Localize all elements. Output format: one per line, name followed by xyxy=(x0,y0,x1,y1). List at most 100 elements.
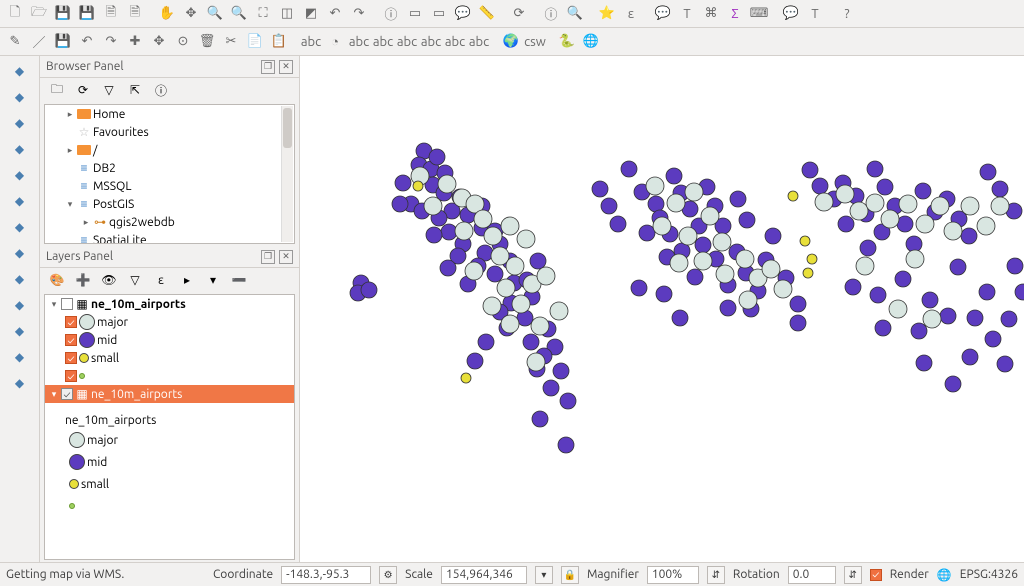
db-pg-tool[interactable]: ◆ xyxy=(9,242,31,264)
measure-button[interactable]: 📏 xyxy=(476,3,498,25)
wms-add-button[interactable]: 🌐 xyxy=(580,31,602,53)
scrollbar-thumb[interactable] xyxy=(283,108,292,148)
pencil-blue-tool[interactable]: ◆ xyxy=(9,138,31,160)
globe-wms-tool[interactable]: ◆ xyxy=(9,216,31,238)
new-layout-button[interactable]: 🗎 xyxy=(100,3,122,25)
legend-item[interactable]: mid xyxy=(45,451,294,473)
browser-item[interactable]: ≡SpatiaLite xyxy=(45,231,294,244)
legend-item[interactable] xyxy=(45,495,294,517)
text-annotation-button[interactable]: T xyxy=(676,3,698,25)
info-feature-button[interactable]: ⓘ xyxy=(540,3,562,25)
text-tool-button[interactable]: T xyxy=(804,3,826,25)
expand-all-icon[interactable]: ▸ xyxy=(176,269,198,291)
save-as-button[interactable]: 💾 xyxy=(76,3,98,25)
map-canvas[interactable]: ↖ xyxy=(300,56,1024,562)
annotation-button[interactable]: 💬 xyxy=(652,3,674,25)
abc-style-button[interactable]: abc xyxy=(348,31,370,53)
browser-item[interactable]: ☆Favourites xyxy=(45,123,294,141)
layout-manager-button[interactable]: 🗎 xyxy=(124,3,146,25)
pan-button[interactable]: ✋ xyxy=(156,3,178,25)
globe-run-button[interactable]: 🌍 xyxy=(500,31,522,53)
select-button[interactable]: ▭ xyxy=(404,3,426,25)
bookmark-button[interactable]: ⭐ xyxy=(596,3,618,25)
zoom-out-button[interactable]: 🔍 xyxy=(228,3,250,25)
select-rect-button[interactable]: ▭ xyxy=(428,3,450,25)
zoom-layer-button[interactable]: ◩ xyxy=(300,3,322,25)
query-button[interactable]: 🔍 xyxy=(564,3,586,25)
new-project-button[interactable]: 🗋 xyxy=(4,3,26,25)
oracle-tool[interactable]: ◆ xyxy=(9,294,31,316)
rotation-input[interactable]: 0.0 xyxy=(788,566,836,584)
pie-chart-button[interactable]: ◔ xyxy=(324,31,346,53)
legend-item[interactable]: ✓ major xyxy=(45,313,294,331)
help-button[interactable]: ? xyxy=(836,3,858,25)
globe-plus-tool[interactable]: ◆ xyxy=(9,190,31,212)
layer-item[interactable]: ▾ ▦ ne_10m_airports xyxy=(45,295,294,313)
add-layer-icon[interactable]: 🗀 xyxy=(46,79,68,101)
undo-button[interactable]: ↶ xyxy=(76,31,98,53)
pencil-green-tool[interactable]: ◆ xyxy=(9,164,31,186)
zoom-selection-button[interactable]: ◫ xyxy=(276,3,298,25)
rule-checkbox[interactable]: ✓ xyxy=(65,334,77,346)
zoom-next-button[interactable]: ↷ xyxy=(348,3,370,25)
sigma-button[interactable]: Σ xyxy=(724,3,746,25)
render-checkbox[interactable]: ✓ xyxy=(870,569,882,581)
filter-icon[interactable]: ▽ xyxy=(98,79,120,101)
map-tips-button[interactable]: 💬 xyxy=(452,3,474,25)
abc-x-button[interactable]: abc xyxy=(372,31,394,53)
csw-button[interactable]: csw xyxy=(524,31,546,53)
remove-layer-icon[interactable]: ➖ xyxy=(228,269,250,291)
zoom-last-button[interactable]: ↶ xyxy=(324,3,346,25)
zoom-full-button[interactable]: ⛶ xyxy=(252,3,274,25)
legend-item[interactable]: small xyxy=(45,473,294,495)
visibility-icon[interactable]: 👁 xyxy=(98,269,120,291)
magnifier-stepper[interactable]: ⇵ xyxy=(707,566,725,584)
style-icon[interactable]: 🎨 xyxy=(46,269,68,291)
properties-icon[interactable]: ⓘ xyxy=(150,79,172,101)
save-edits-button[interactable]: 💾 xyxy=(52,31,74,53)
line-button[interactable]: ／ xyxy=(28,31,50,53)
db-sl-tool[interactable]: ◆ xyxy=(9,268,31,290)
pan-selection-button[interactable]: ✥ xyxy=(180,3,202,25)
panel-undock-icon[interactable]: ❐ xyxy=(261,60,275,74)
collapse-icon[interactable]: ⇱ xyxy=(124,79,146,101)
scale-input[interactable]: 154,964,346 xyxy=(441,566,527,584)
add-group-icon[interactable]: ➕ xyxy=(72,269,94,291)
v-line-tool[interactable]: ◆ xyxy=(9,60,31,82)
rotation-stepper[interactable]: ⇵ xyxy=(844,566,862,584)
abc-s-button[interactable]: abc xyxy=(468,31,490,53)
layer-visibility-checkbox[interactable] xyxy=(61,298,73,310)
browser-item[interactable]: ▸Home xyxy=(45,105,294,123)
filter-legend-icon[interactable]: ▽ xyxy=(124,269,146,291)
panel-undock-icon[interactable]: ❐ xyxy=(261,250,275,264)
collapse-all-icon[interactable]: ▾ xyxy=(202,269,224,291)
coord-toggle-icon[interactable]: ⚙ xyxy=(379,566,397,584)
crs-label[interactable]: EPSG:4326 xyxy=(960,568,1018,581)
rule-checkbox[interactable]: ✓ xyxy=(65,352,77,364)
layer-visibility-checkbox[interactable]: ✓ xyxy=(61,388,73,400)
pencil-button[interactable]: ✎ xyxy=(4,31,26,53)
virtual-tool[interactable]: ◆ xyxy=(9,346,31,368)
abc-label-button[interactable]: abc xyxy=(300,31,322,53)
comment-button[interactable]: 💬 xyxy=(780,3,802,25)
browser-item[interactable]: ▸/ xyxy=(45,141,294,159)
browser-tree[interactable]: ▸Home☆Favourites▸/≡DB2≡MSSQL▾≡PostGIS▸⊶q… xyxy=(44,104,295,244)
copy-button[interactable]: 📄 xyxy=(244,31,266,53)
legend-item[interactable]: ✓ xyxy=(45,367,294,385)
keyboard-button[interactable]: ⌨ xyxy=(748,3,770,25)
expression-button[interactable]: ε xyxy=(620,3,642,25)
zoom-in-button[interactable]: 🔍 xyxy=(204,3,226,25)
abc-r-button[interactable]: abc xyxy=(420,31,442,53)
magnifier-input[interactable]: 100% xyxy=(647,566,699,584)
save-button[interactable]: 💾 xyxy=(52,3,74,25)
layers-tree[interactable]: ▾ ▦ ne_10m_airports✓ major✓ mid✓ small✓ … xyxy=(44,294,295,560)
legend-item[interactable]: ✓ small xyxy=(45,349,294,367)
expression-icon[interactable]: ε xyxy=(150,269,172,291)
coordinate-input[interactable]: -148.3,-95.3 xyxy=(281,566,371,584)
rule-checkbox[interactable]: ✓ xyxy=(65,316,77,328)
scale-dropdown-icon[interactable]: ▾ xyxy=(535,566,553,584)
lock-icon[interactable]: 🔒 xyxy=(561,566,579,584)
browser-item[interactable]: ≡MSSQL xyxy=(45,177,294,195)
refresh-button[interactable]: ⟳ xyxy=(508,3,530,25)
python-button[interactable]: 🐍 xyxy=(556,31,578,53)
